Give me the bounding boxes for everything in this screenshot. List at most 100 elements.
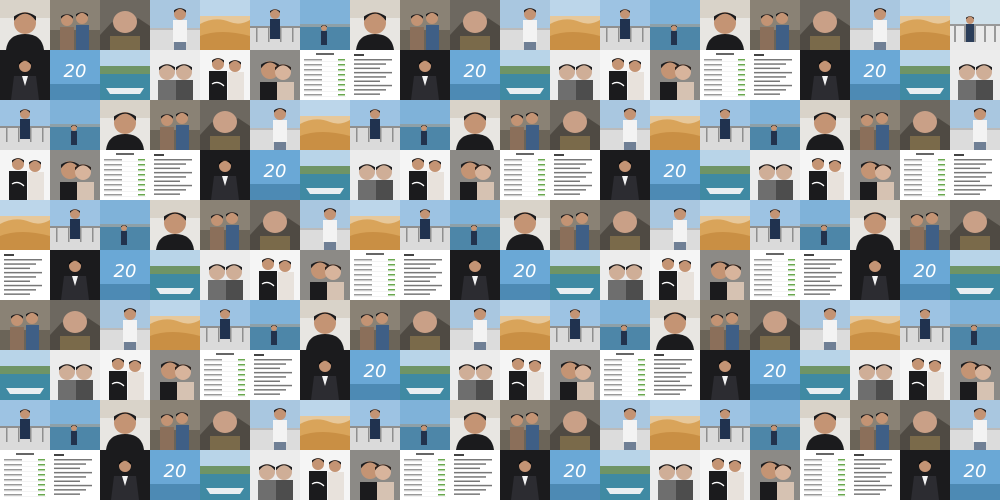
photo-tile-man-railing-white-shirt (650, 200, 700, 250)
photo-tile-man-railing-white-shirt (450, 300, 500, 350)
photo-tile-two-women-selfie (750, 150, 800, 200)
photo-tile-boat-lake (300, 150, 350, 200)
photo-tile-birthday-card-20: 20 (650, 150, 700, 200)
photo-tile-couple-outdoor (850, 400, 900, 450)
photo-tile-selfie-man-dark-bg (850, 200, 900, 250)
photo-tile-sea-sky-photographer (800, 200, 850, 250)
photo-tile-man-railing-blue-sky (700, 100, 750, 150)
photo-tile-sand-dunes (650, 100, 700, 150)
photo-tile-two-women-selfie (650, 450, 700, 500)
photo-tile-birthday-card-20: 20 (500, 250, 550, 300)
photo-tile-birthday-card-20: 20 (900, 250, 950, 300)
photo-tile-man-railing-blue-sky (350, 400, 400, 450)
photo-tile-boat-lake (100, 50, 150, 100)
photo-mosaic: 20 20 20 20 20 20 20 20 20 20 20 20 20 (0, 0, 1000, 500)
photo-tile-text-document (400, 250, 450, 300)
photo-tile-selfie-man-dark-bg (100, 400, 150, 450)
photo-tile-sea-sky-photographer (300, 0, 350, 50)
photo-tile-man-in-suit (600, 150, 650, 200)
photo-tile-rocks-face (100, 0, 150, 50)
photo-tile-man-railing-white-shirt (150, 0, 200, 50)
photo-tile-couple-closeup (300, 250, 350, 300)
photo-tile-couple-outdoor (50, 0, 100, 50)
photo-tile-selfie-man-dark-bg (500, 200, 550, 250)
photo-tile-couple-closeup (150, 350, 200, 400)
photo-tile-man-in-suit (100, 450, 150, 500)
photo-tile-chat-list-screenshot (0, 450, 50, 500)
photo-tile-couple-black-tshirt (200, 50, 250, 100)
photo-tile-sand-dunes (0, 200, 50, 250)
photo-tile-birthday-card-20: 20 (350, 350, 400, 400)
photo-tile-rocks-face (550, 100, 600, 150)
photo-tile-rocks-face (250, 200, 300, 250)
photo-tile-man-in-suit (50, 250, 100, 300)
photo-tile-couple-outdoor (500, 400, 550, 450)
photo-tile-couple-black-tshirt (500, 350, 550, 400)
photo-tile-chat-list-screenshot (500, 150, 550, 200)
photo-tile-couple-black-tshirt (650, 250, 700, 300)
photo-tile-birthday-card-20: 20 (450, 50, 500, 100)
photo-tile-two-women-selfie (450, 350, 500, 400)
photo-tile-man-railing-white-shirt (250, 100, 300, 150)
photo-tile-text-document (950, 150, 1000, 200)
photo-tile-man-railing-white-shirt (850, 0, 900, 50)
photo-tile-couple-closeup (350, 450, 400, 500)
photo-tile-couple-black-tshirt (600, 50, 650, 100)
photo-tile-chat-list-screenshot (900, 150, 950, 200)
photo-tile-couple-outdoor (200, 200, 250, 250)
photo-tile-man-in-suit (800, 50, 850, 100)
photo-tile-couple-black-tshirt (700, 450, 750, 500)
photo-tile-man-in-suit (900, 450, 950, 500)
photo-tile-selfie-man-dark-bg (150, 200, 200, 250)
photo-tile-chat-list-screenshot (350, 250, 400, 300)
photo-tile-man-railing-blue-sky (50, 200, 100, 250)
photo-tile-rocks-face (900, 100, 950, 150)
photo-tile-two-women-selfie (200, 250, 250, 300)
svg-text:20: 20 (564, 461, 587, 482)
photo-tile-couple-closeup (950, 350, 1000, 400)
photo-tile-text-document (150, 150, 200, 200)
photo-tile-man-in-suit (0, 50, 50, 100)
photo-tile-sand-dunes (350, 200, 400, 250)
photo-tile-couple-closeup (650, 50, 700, 100)
photo-tile-boat-lake (200, 450, 250, 500)
photo-tile-couple-outdoor (150, 100, 200, 150)
photo-tile-man-railing-blue-sky (600, 0, 650, 50)
svg-text:20: 20 (764, 361, 787, 382)
photo-tile-text-document (450, 450, 500, 500)
photo-tile-selfie-man-dark-bg (800, 400, 850, 450)
photo-tile-couple-outdoor (500, 100, 550, 150)
photo-tile-couple-outdoor (400, 0, 450, 50)
photo-tile-sand-dunes (550, 0, 600, 50)
photo-tile-man-railing-blue-sky (550, 300, 600, 350)
photo-tile-man-in-suit (700, 350, 750, 400)
photo-tile-sea-sky-photographer (50, 400, 100, 450)
photo-tile-rocks-face (200, 100, 250, 150)
photo-tile-man-in-suit (400, 50, 450, 100)
photo-tile-chat-list-screenshot (700, 50, 750, 100)
photo-tile-man-in-suit (200, 150, 250, 200)
photo-tile-sand-dunes (300, 100, 350, 150)
photo-tile-man-railing-blue-sky (200, 300, 250, 350)
photo-tile-man-railing-white-shirt (600, 400, 650, 450)
photo-tile-sand-dunes (150, 300, 200, 350)
photo-tile-boat-lake (800, 350, 850, 400)
photo-tile-couple-closeup (850, 150, 900, 200)
photo-tile-man-in-suit (850, 250, 900, 300)
photo-tile-sand-dunes (650, 400, 700, 450)
photo-tile-two-women-selfie (250, 450, 300, 500)
photo-tile-sand-dunes (700, 200, 750, 250)
photo-tile-couple-black-tshirt (300, 450, 350, 500)
photo-tile-text-document (550, 150, 600, 200)
photo-tile-selfie-man-dark-bg (800, 100, 850, 150)
photo-tile-boat-lake (150, 250, 200, 300)
photo-tile-boat-lake (550, 250, 600, 300)
photo-tile-couple-outdoor (550, 200, 600, 250)
photo-tile-chat-list-screenshot (100, 150, 150, 200)
photo-tile-text-document (0, 250, 50, 300)
photo-tile-boat-lake (0, 350, 50, 400)
svg-text:20: 20 (164, 461, 187, 482)
svg-text:20: 20 (464, 61, 487, 82)
photo-tile-rocks-face (50, 300, 100, 350)
photo-tile-couple-outdoor (850, 100, 900, 150)
